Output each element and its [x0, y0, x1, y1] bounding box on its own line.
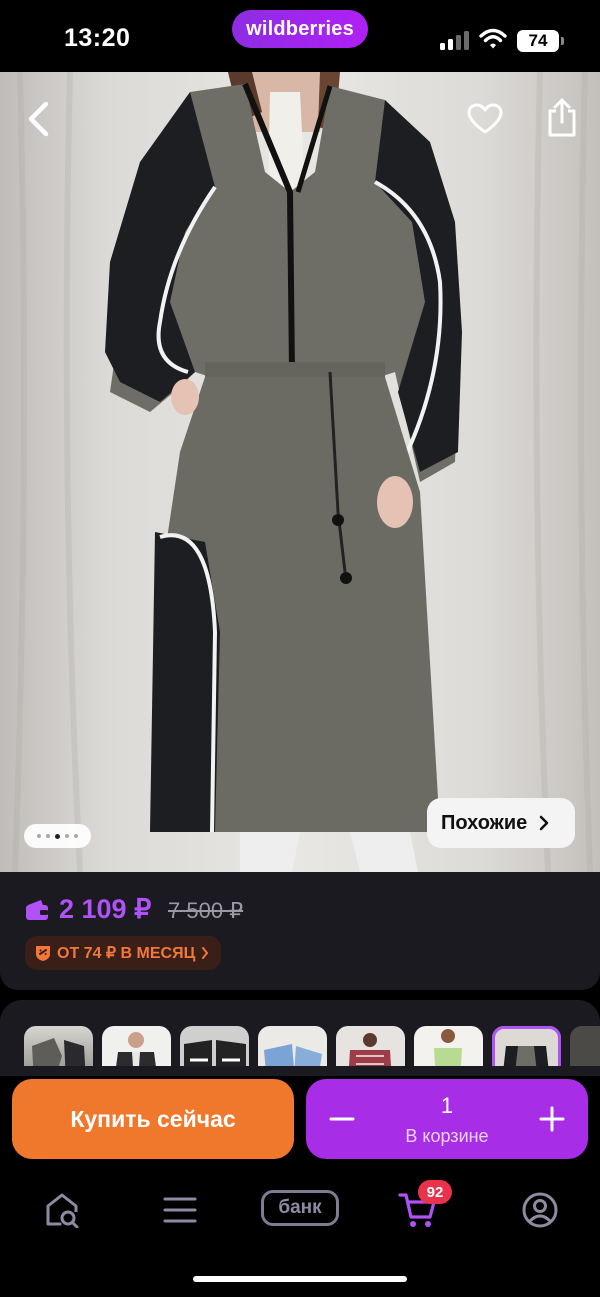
variant-thumbnail[interactable]: [24, 1026, 93, 1066]
tab-catalog[interactable]: [158, 1188, 202, 1232]
price-section: 2 109 ₽ 7 500 ₽ ОТ 74 ₽ В МЕСЯЦ: [0, 872, 600, 990]
wifi-icon: [479, 28, 507, 49]
variant-thumbnail[interactable]: [180, 1026, 249, 1066]
gallery-dot: [65, 834, 69, 838]
chevron-right-icon: [202, 947, 209, 959]
share-button[interactable]: [537, 92, 587, 142]
tab-bank[interactable]: банк: [261, 1190, 339, 1226]
quantity-increase-button[interactable]: [530, 1097, 574, 1141]
old-price: 7 500 ₽: [168, 898, 244, 923]
share-icon: [548, 98, 576, 137]
gallery-dot-active: [55, 833, 60, 839]
product-photo[interactable]: Похожие: [0, 72, 600, 872]
variant-thumbnails: [24, 1026, 600, 1066]
gallery-dot: [37, 834, 41, 838]
brand-logo[interactable]: wildberries: [232, 10, 368, 48]
wallet-icon: [26, 900, 48, 920]
profile-icon: [522, 1192, 558, 1228]
similar-button[interactable]: Похожие: [427, 798, 575, 848]
variant-thumbnail[interactable]: [258, 1026, 327, 1066]
installment-label: ОТ 74 ₽ В МЕСЯЦ: [57, 945, 196, 962]
variant-thumbnail-selected[interactable]: [492, 1026, 561, 1066]
gallery-pagination[interactable]: [24, 824, 91, 848]
tab-home[interactable]: [40, 1188, 84, 1232]
tab-bar: банк 92: [0, 1162, 600, 1297]
heart-icon: [467, 103, 503, 134]
installment-badge[interactable]: ОТ 74 ₽ В МЕСЯЦ: [25, 936, 222, 970]
favorite-button[interactable]: [460, 94, 510, 144]
status-time: 13:20: [64, 24, 131, 52]
status-bar: 13:20 wildberries 74: [0, 0, 600, 72]
similar-label: Похожие: [441, 811, 528, 834]
current-price: 2 109 ₽: [59, 894, 152, 924]
home-indicator: [193, 1276, 407, 1282]
gallery-dot: [46, 834, 50, 838]
chevron-left-icon: [28, 101, 49, 137]
menu-icon: [163, 1197, 197, 1223]
buy-now-button[interactable]: Купить сейчас: [12, 1079, 294, 1159]
tab-profile[interactable]: [518, 1188, 562, 1232]
gallery-dot: [74, 834, 78, 838]
variant-thumbnail[interactable]: [570, 1026, 600, 1066]
cart-quantity-control: 1 В корзине: [306, 1079, 588, 1159]
cart-count-badge: 92: [418, 1180, 452, 1204]
variant-thumbnail[interactable]: [102, 1026, 171, 1066]
battery-indicator: 74: [517, 30, 564, 52]
purchase-actions: Купить сейчас 1 В корзине: [0, 1076, 600, 1162]
bottom-sheet: Купить сейчас 1 В корзине банк 92: [0, 1000, 600, 1297]
plus-icon: [539, 1106, 565, 1132]
variant-thumbnail[interactable]: [414, 1026, 483, 1066]
home-search-icon: [46, 1193, 79, 1228]
product-image: [12, 72, 593, 872]
variant-thumbnail[interactable]: [336, 1026, 405, 1066]
chevron-right-icon: [540, 815, 549, 831]
cellular-signal-icon: [440, 31, 469, 50]
installment-icon: [36, 946, 50, 961]
back-button[interactable]: [14, 94, 64, 144]
